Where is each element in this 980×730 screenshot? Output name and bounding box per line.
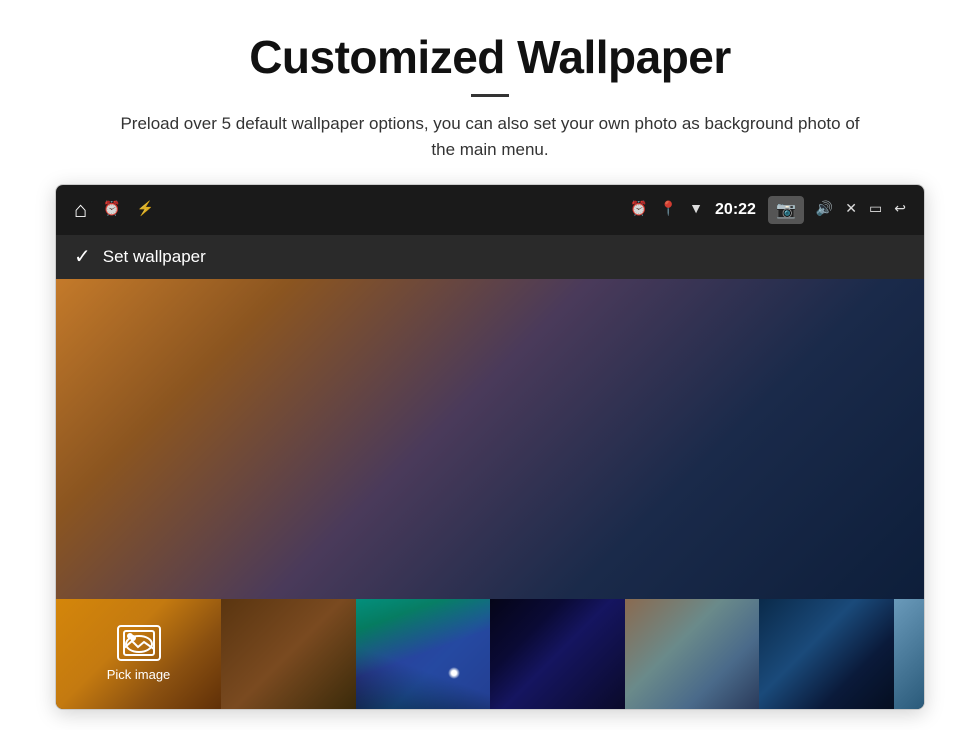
checkmark-icon[interactable]: ✓: [74, 244, 91, 269]
location-icon: 📍: [660, 201, 677, 218]
close-icon[interactable]: ✕: [845, 201, 857, 218]
time-display: 20:22: [715, 201, 756, 219]
subtitle: Preload over 5 default wallpaper options…: [110, 111, 870, 164]
pick-image-icon: [117, 625, 161, 661]
thumbnail-3[interactable]: [490, 599, 625, 709]
wifi-icon: ▼: [689, 202, 703, 218]
aurora-effect: [356, 599, 491, 709]
home-icon[interactable]: ⌂: [74, 197, 87, 223]
pick-image-label: Pick image: [107, 667, 171, 682]
thumbnail-4[interactable]: [625, 599, 760, 709]
thumbnail-partial: [894, 599, 924, 709]
set-wallpaper-bar: ✓ Set wallpaper: [56, 235, 924, 279]
alarm-icon-right: ⏰: [630, 201, 647, 218]
wallpaper-main-preview: [56, 279, 924, 599]
volume-icon[interactable]: 🔊: [816, 201, 833, 218]
device-frame: ⌂ ⏰ ⚡ ⏰ 📍 ▼ 20:22 📷 🔊 ✕ ▭ ↩ ✓ Set wallpa…: [55, 184, 925, 710]
page-title: Customized Wallpaper: [249, 30, 731, 84]
alarm-icon-left: ⏰: [103, 201, 120, 218]
pick-image-thumb[interactable]: Pick image: [56, 599, 221, 709]
thumbnail-2[interactable]: [356, 599, 491, 709]
back-icon[interactable]: ↩: [894, 201, 906, 218]
window-icon[interactable]: ▭: [869, 201, 882, 218]
status-right: ⏰ 📍 ▼ 20:22 📷 🔊 ✕ ▭ ↩: [630, 196, 906, 224]
thumbnail-1[interactable]: [221, 599, 356, 709]
thumbnail-5[interactable]: [759, 599, 894, 709]
camera-icon[interactable]: 📷: [768, 196, 804, 224]
status-bar: ⌂ ⏰ ⚡ ⏰ 📍 ▼ 20:22 📷 🔊 ✕ ▭ ↩: [56, 185, 924, 235]
thumbnail-strip: Pick image: [56, 599, 924, 709]
status-left: ⌂ ⏰ ⚡: [74, 197, 154, 223]
set-wallpaper-label: Set wallpaper: [103, 247, 206, 267]
usb-icon: ⚡: [137, 201, 154, 218]
title-divider: [471, 94, 509, 97]
page-wrapper: Customized Wallpaper Preload over 5 defa…: [0, 0, 980, 730]
